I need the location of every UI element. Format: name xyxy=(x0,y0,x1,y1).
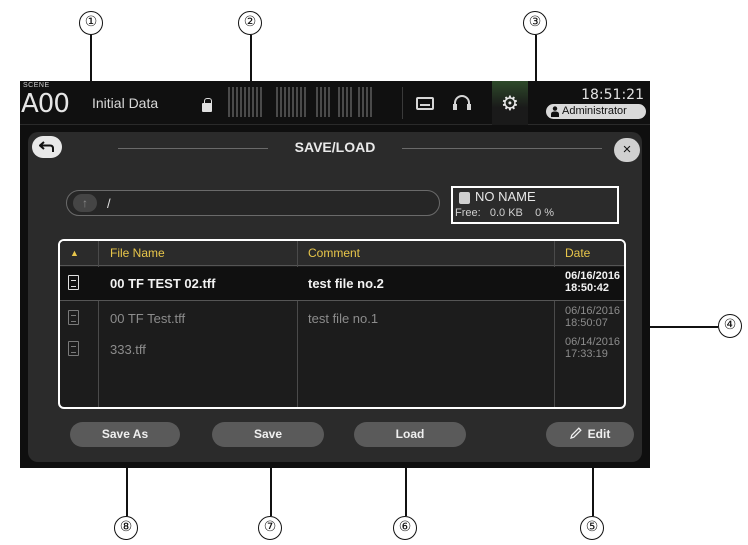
meter-bar xyxy=(342,87,344,117)
table-row[interactable]: 333.tff 06/14/2016 17:33:19 xyxy=(60,333,624,367)
file-date: 06/16/2016 18:50:07 xyxy=(565,305,621,329)
free-label: Free: xyxy=(455,207,481,219)
current-path: / xyxy=(107,196,111,211)
meter-bar xyxy=(338,87,340,117)
callout-1: ① xyxy=(79,11,103,35)
file-date: 06/14/2016 17:33:19 xyxy=(565,336,621,360)
meter-bar xyxy=(316,87,318,117)
media-name: NO NAME xyxy=(475,189,536,204)
file-comment: test file no.2 xyxy=(308,276,384,291)
top-bar: SCENE A00 Initial Data ⚙ 18:51:21 Admini… xyxy=(20,81,650,125)
storage-icon xyxy=(459,192,470,204)
device-screen: SCENE A00 Initial Data ⚙ 18:51:21 Admini… xyxy=(20,81,650,468)
divider xyxy=(402,87,403,119)
path-field: ↑ / xyxy=(66,190,440,216)
sort-indicator-icon[interactable]: ▲ xyxy=(70,248,79,258)
edit-button[interactable]: Edit xyxy=(546,422,634,447)
file-icon xyxy=(68,341,79,356)
user-name: Administrator xyxy=(562,105,627,117)
callout-7: ⑦ xyxy=(258,516,282,540)
save-load-panel: SAVE/LOAD × ↑ / NO NAME Free: 0.0 KB 0 %… xyxy=(28,132,642,462)
meter-bar xyxy=(350,87,352,117)
setup-tab[interactable]: ⚙ xyxy=(492,81,528,125)
file-icon xyxy=(68,310,79,325)
meter-bar xyxy=(362,87,364,117)
load-button[interactable]: Load xyxy=(354,422,466,447)
free-size: 0.0 KB xyxy=(489,207,523,219)
up-folder-button[interactable]: ↑ xyxy=(73,194,97,212)
file-date: 06/16/2016 18:50:42 xyxy=(565,270,621,294)
close-button[interactable]: × xyxy=(614,138,640,162)
file-name: 00 TF Test.tff xyxy=(110,311,186,326)
meter-bar xyxy=(240,87,242,117)
column-header-date[interactable]: Date xyxy=(565,246,590,260)
meter-bar xyxy=(370,87,372,117)
meter-bar xyxy=(328,87,330,117)
meter-bar xyxy=(232,87,234,117)
user-icon xyxy=(551,106,559,117)
media-info: NO NAME Free: 0.0 KB 0 % xyxy=(451,186,619,224)
meter-bar xyxy=(280,87,282,117)
meter-bar xyxy=(256,87,258,117)
meter-bar xyxy=(276,87,278,117)
gear-icon: ⚙ xyxy=(501,91,519,115)
recorder-icon[interactable] xyxy=(416,97,434,110)
meter-bar xyxy=(366,87,368,117)
clock: 18:51:21 xyxy=(581,87,644,103)
scene-number[interactable]: A00 xyxy=(21,89,70,119)
callout-4: ④ xyxy=(718,314,742,338)
meter-bar xyxy=(288,87,290,117)
table-row[interactable]: 00 TF Test.tff test file no.1 06/16/2016… xyxy=(60,302,624,336)
meter-bar xyxy=(252,87,254,117)
meter-bar xyxy=(324,87,326,117)
meter-bar xyxy=(292,87,294,117)
callout-2: ② xyxy=(238,11,262,35)
file-name: 333.tff xyxy=(110,342,146,357)
file-comment: test file no.1 xyxy=(308,311,379,326)
callout-3: ③ xyxy=(523,11,547,35)
file-list: ▲ File Name Comment Date 00 TF TEST 02.t… xyxy=(58,239,626,409)
headphones-icon[interactable] xyxy=(453,95,471,110)
table-row[interactable]: 00 TF TEST 02.tff test file no.2 06/16/2… xyxy=(60,267,624,301)
free-percent: 0 % xyxy=(535,207,555,219)
meter-bar xyxy=(248,87,250,117)
leader-line-4 xyxy=(640,326,718,328)
scene-title[interactable]: Initial Data xyxy=(92,95,158,111)
page-title: SAVE/LOAD xyxy=(294,139,376,155)
meter-bar xyxy=(296,87,298,117)
lock-icon[interactable] xyxy=(202,98,212,112)
edit-label: Edit xyxy=(587,427,611,441)
meter-bar xyxy=(244,87,246,117)
meter-bar xyxy=(304,87,306,117)
pencil-icon xyxy=(569,427,582,439)
level-meters xyxy=(228,87,388,117)
meter-bar xyxy=(284,87,286,117)
user-badge[interactable]: Administrator xyxy=(546,104,646,119)
column-header-name[interactable]: File Name xyxy=(110,246,165,260)
file-name: 00 TF TEST 02.tff xyxy=(110,276,216,291)
callout-8: ⑧ xyxy=(114,516,138,540)
meter-bar xyxy=(236,87,238,117)
save-button[interactable]: Save xyxy=(212,422,324,447)
callout-6: ⑥ xyxy=(393,516,417,540)
meter-bar xyxy=(346,87,348,117)
save-as-button[interactable]: Save As xyxy=(70,422,180,447)
meter-bar xyxy=(358,87,360,117)
title-rule-right xyxy=(402,148,602,149)
meter-bar xyxy=(228,87,230,117)
meter-bar xyxy=(320,87,322,117)
media-free-space: Free: 0.0 KB 0 % xyxy=(455,207,554,219)
callout-5: ⑤ xyxy=(580,516,604,540)
column-header-comment[interactable]: Comment xyxy=(308,246,360,260)
scene-label: SCENE xyxy=(23,82,50,89)
table-header: ▲ File Name Comment Date xyxy=(60,241,624,266)
meter-bar xyxy=(260,87,262,117)
meter-bar xyxy=(300,87,302,117)
file-icon xyxy=(68,275,79,290)
